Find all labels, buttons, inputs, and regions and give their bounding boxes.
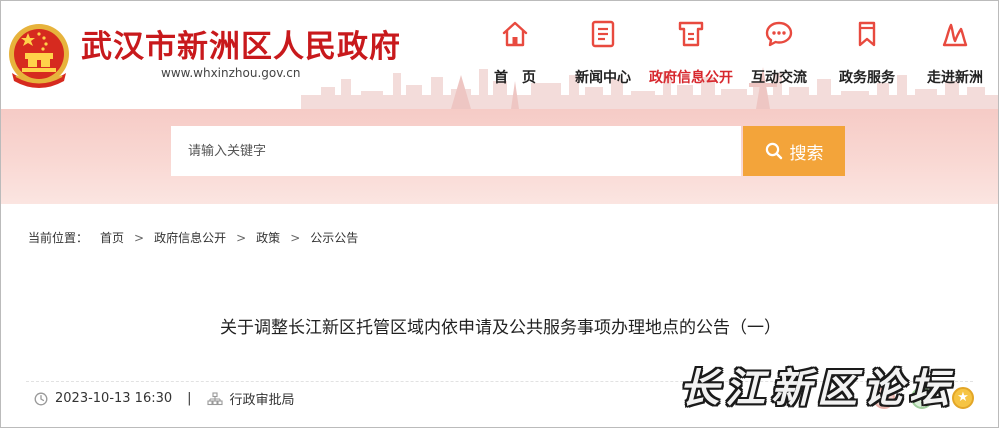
search-input[interactable] (171, 126, 741, 176)
nav-news-label: 新闻中心 (575, 70, 631, 86)
bookmark-icon (858, 21, 876, 47)
forum-watermark: 长江新区论坛 (679, 365, 955, 412)
breadcrumb: 当前位置： 首页 > 政府信息公开 > 政策 > 公示公告 (28, 229, 358, 246)
page: 武汉市新洲区人民政府 www.whxinzhou.gov.cn 首 页 新闻中心 (0, 0, 999, 428)
search-button-label: 搜索 (789, 143, 824, 164)
info-disclosure-icon (678, 21, 704, 47)
site-title[interactable]: 武汉市新洲区人民政府 (81, 21, 401, 66)
clock-icon (34, 392, 48, 405)
news-icon (591, 20, 615, 48)
site-url: www.whxinzhou.gov.cn (161, 66, 301, 80)
breadcrumb-item-home[interactable]: 首页 (100, 229, 124, 246)
breadcrumb-item-announcements[interactable]: 公示公告 (310, 229, 358, 246)
nav-info-disclosure-label: 政府信息公开 (649, 70, 733, 86)
chat-icon (765, 21, 793, 47)
national-emblem-logo (9, 24, 69, 88)
breadcrumb-prefix: 当前位置： (28, 231, 89, 245)
home-icon (502, 21, 528, 47)
article-meta: 2023-10-13 16:30 | 行政审批局 (34, 389, 295, 408)
nav-about-xinzhou[interactable]: 走进新洲 (911, 15, 998, 95)
breadcrumb-separator: > (290, 230, 301, 245)
landmark-icon (942, 23, 968, 47)
nav-interaction-label: 互动交流 (751, 70, 807, 86)
search-button[interactable]: 搜索 (743, 126, 845, 176)
site-header: 武汉市新洲区人民政府 www.whxinzhou.gov.cn 首 页 新闻中心 (1, 1, 998, 109)
article-date: 2023-10-13 16:30 (55, 391, 173, 406)
nav-home[interactable]: 首 页 (471, 15, 559, 95)
favorite-star-icon[interactable]: ★ (952, 387, 974, 409)
article-title: 关于调整长江新区托管区域内依申请及公共服务事项办理地点的公告（一） (220, 318, 781, 338)
search-icon (765, 142, 782, 160)
breadcrumb-separator: > (236, 230, 247, 245)
nav-interaction[interactable]: 互动交流 (735, 15, 823, 95)
nav-info-disclosure[interactable]: 政府信息公开 (647, 15, 735, 95)
organization-icon (206, 391, 223, 405)
nav-about-xinzhou-label: 走进新洲 (927, 70, 983, 86)
main-nav: 首 页 新闻中心 政府信息公开 互动交流 政务服务 走进新洲 (471, 15, 998, 95)
breadcrumb-separator: > (134, 230, 145, 245)
meta-separator: | (187, 391, 192, 406)
nav-services[interactable]: 政务服务 (823, 15, 911, 95)
article-source: 行政审批局 (229, 393, 295, 408)
nav-services-label: 政务服务 (839, 70, 895, 86)
breadcrumb-item-policy[interactable]: 政策 (256, 229, 280, 246)
nav-news[interactable]: 新闻中心 (559, 15, 647, 95)
breadcrumb-item-info-disclosure[interactable]: 政府信息公开 (154, 229, 226, 246)
nav-home-label: 首 页 (494, 70, 536, 86)
search-band: 搜索 (1, 109, 998, 204)
